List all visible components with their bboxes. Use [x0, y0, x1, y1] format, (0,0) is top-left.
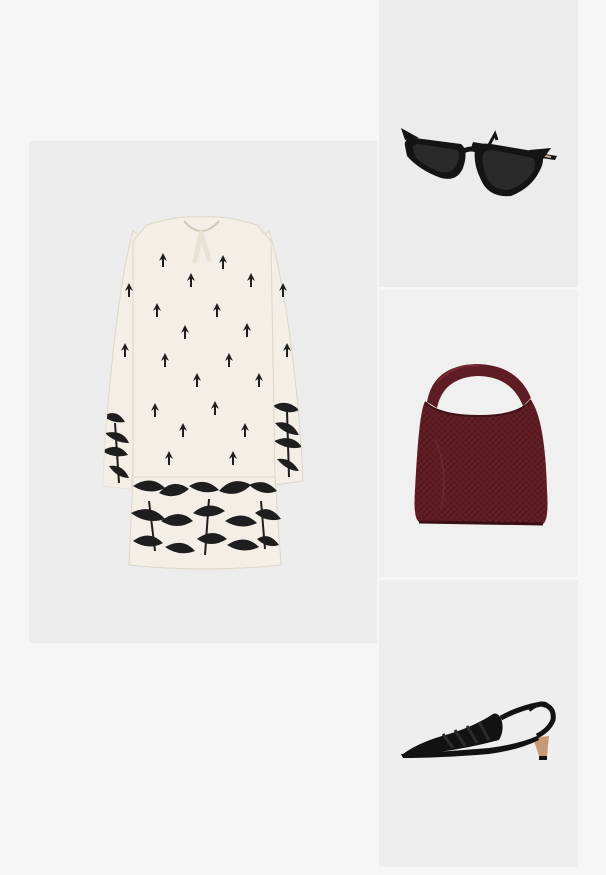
- product-tile-dress[interactable]: [29, 141, 377, 643]
- handbag-icon: [414, 364, 548, 526]
- dress-icon: [102, 216, 304, 570]
- product-tile-sunglasses[interactable]: [379, 0, 578, 287]
- product-tile-shoe[interactable]: [379, 580, 578, 867]
- sunglasses-icon: [401, 128, 557, 197]
- product-tile-bag[interactable]: [379, 290, 578, 577]
- slingback-icon: [401, 701, 556, 760]
